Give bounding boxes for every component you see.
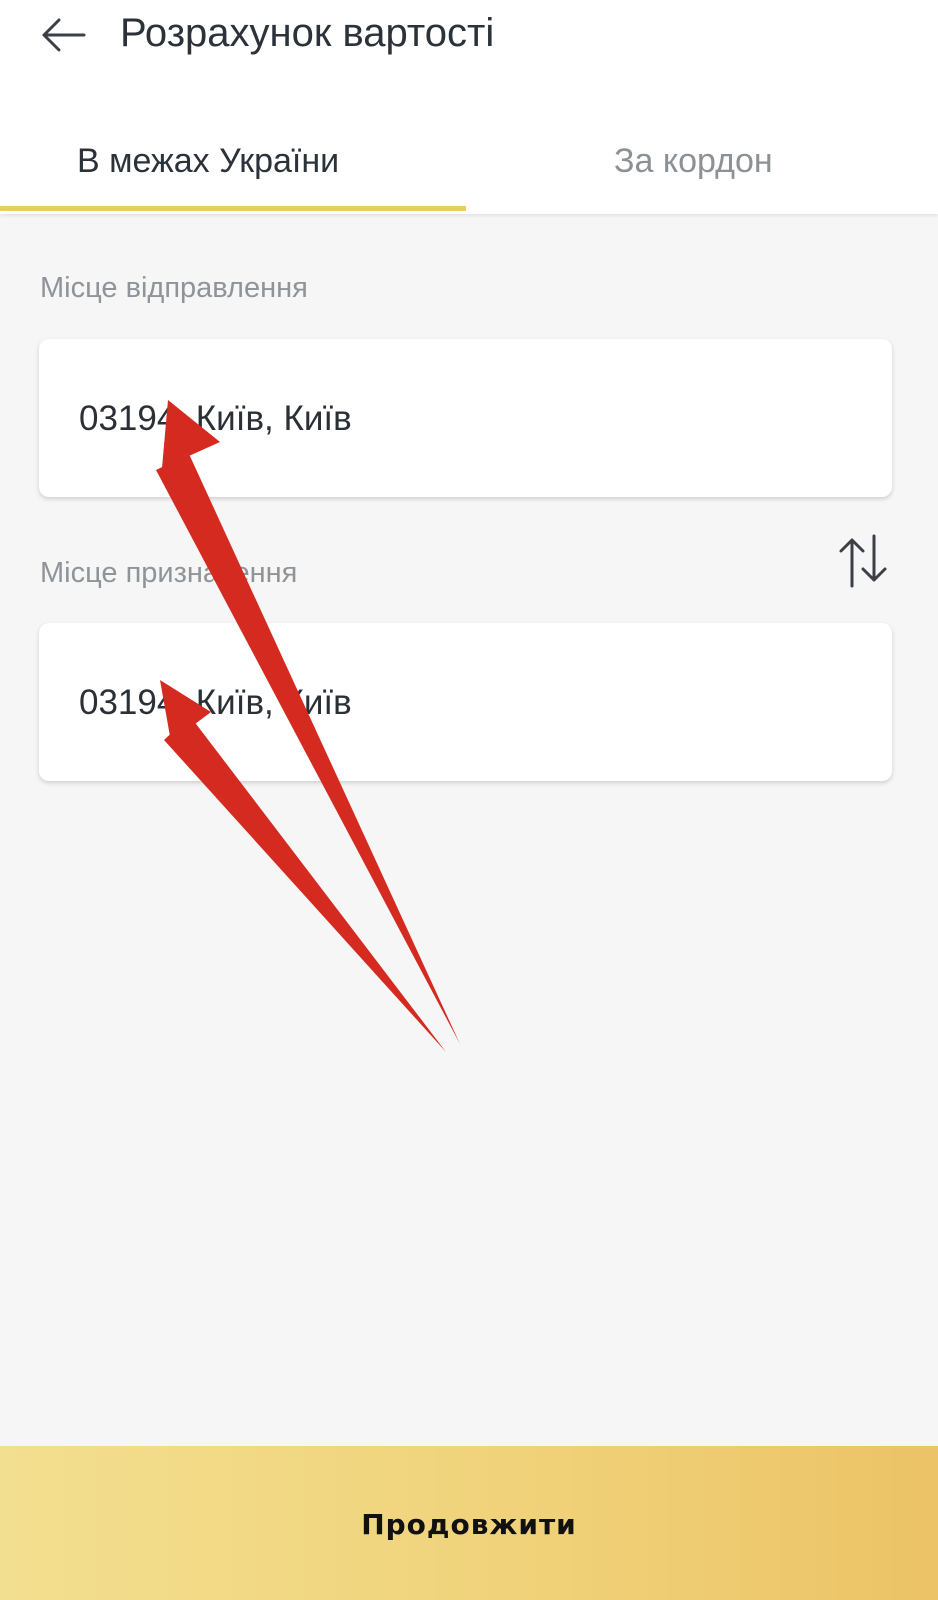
tab-domestic[interactable]: В межах України <box>0 132 466 210</box>
app-bar: Розрахунок вартості В межах України За к… <box>0 0 938 214</box>
destination-label: Місце призначення <box>40 557 298 589</box>
annotation-arrows <box>156 400 460 1052</box>
departure-field[interactable]: 03194, Київ, Київ <box>39 339 892 497</box>
destination-value: 03194, Київ, Київ <box>79 683 352 722</box>
tab-abroad[interactable]: За кордон <box>466 132 938 210</box>
page-title: Розрахунок вартості <box>120 11 495 55</box>
continue-button[interactable]: Продовжити <box>0 1446 938 1600</box>
back-button[interactable] <box>30 8 96 62</box>
tab-abroad-label: За кордон <box>614 142 773 180</box>
swap-vertical-icon <box>839 534 887 588</box>
tab-domestic-label: В межах України <box>77 142 340 180</box>
departure-value: 03194, Київ, Київ <box>79 399 352 438</box>
departure-label: Місце відправлення <box>40 272 308 304</box>
active-tab-indicator <box>0 206 466 211</box>
swap-button[interactable] <box>834 530 892 590</box>
continue-label: Продовжити <box>361 1507 577 1541</box>
arrow-left-icon <box>42 18 86 52</box>
destination-field[interactable]: 03194, Київ, Київ <box>39 623 892 781</box>
